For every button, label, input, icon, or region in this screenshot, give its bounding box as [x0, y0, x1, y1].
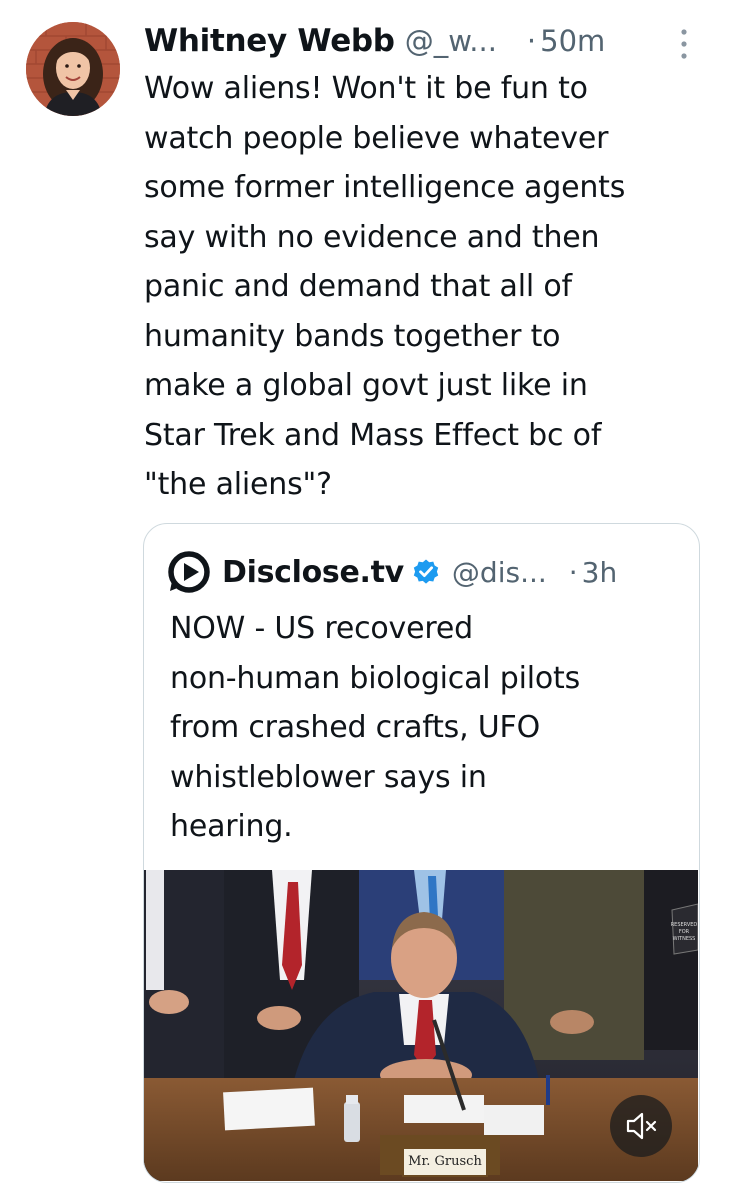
author-display-name[interactable]: Whitney Webb — [144, 23, 395, 59]
tweet: Whitney Webb @_w... · 50m Wow aliens! Wo… — [0, 0, 730, 1200]
quoted-tweet-text: NOW - US recovered non-human biological … — [170, 611, 581, 844]
witness-nameplate: Mr. Grusch — [402, 1147, 488, 1177]
quoted-header-separator: · — [568, 555, 578, 589]
quoted-author-display-name[interactable]: Disclose.tv — [222, 555, 404, 590]
quoted-tweet[interactable]: Disclose.tv @dis... · 3h NOW - US recove… — [143, 523, 700, 1183]
quoted-tweet-timestamp[interactable]: 3h — [582, 556, 618, 589]
svg-text:WITNESS: WITNESS — [673, 936, 696, 942]
tweet-header: Whitney Webb @_w... · 50m — [144, 18, 710, 64]
author-avatar[interactable] — [26, 22, 120, 116]
verified-badge-icon — [412, 558, 440, 586]
tweet-text: Wow aliens! Won't it be fun to watch peo… — [144, 71, 626, 502]
svg-text:FOR: FOR — [679, 929, 690, 935]
author-handle[interactable]: @_w... — [405, 24, 497, 58]
header-separator: · — [526, 24, 537, 58]
volume-muted-icon[interactable] — [610, 1095, 672, 1157]
user-avatar-photo — [26, 22, 120, 116]
more-vertical-icon[interactable] — [676, 26, 692, 62]
quoted-author-handle[interactable]: @dis... — [452, 556, 547, 589]
tweet-timestamp[interactable]: 50m — [540, 24, 605, 58]
quoted-tweet-header: Disclose.tv @dis... · 3h — [168, 548, 679, 596]
disclose-tv-logo-icon — [168, 551, 210, 593]
quoted-tweet-video[interactable]: RESERVED FOR WITNESS Mr. Grusch — [144, 870, 698, 1181]
svg-text:RESERVED: RESERVED — [671, 922, 698, 928]
